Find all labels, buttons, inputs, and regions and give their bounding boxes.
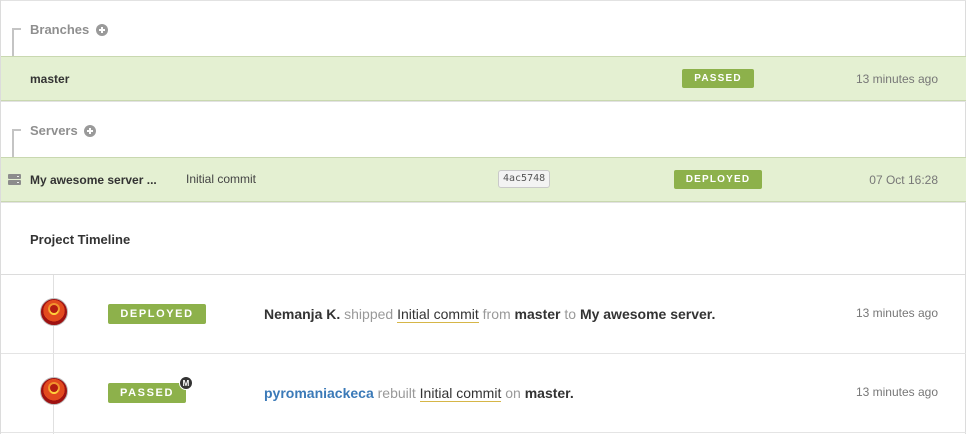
- deploy-status-badge: DEPLOYED: [674, 170, 762, 189]
- event-time: 13 minutes ago: [855, 306, 938, 320]
- event-prep-from: from: [482, 306, 511, 322]
- event-actor[interactable]: Nemanja K.: [264, 306, 340, 322]
- event-end: .: [569, 385, 574, 401]
- server-tree-top: [12, 129, 21, 131]
- event-actor-link[interactable]: pyromaniackeca: [264, 385, 374, 401]
- servers-title: Servers: [30, 123, 78, 138]
- timeline-event: PASSED M pyromaniackeca rebuilt Initial …: [1, 354, 966, 433]
- event-time: 13 minutes ago: [855, 385, 938, 399]
- event-branch[interactable]: master: [515, 306, 561, 322]
- server-time: 07 Oct 16:28: [869, 173, 938, 187]
- event-verb: shipped: [344, 306, 394, 322]
- avatar-icon[interactable]: [40, 377, 68, 405]
- event-target-server[interactable]: My awesome server: [580, 306, 712, 322]
- timeline-title: Project Timeline: [30, 232, 131, 247]
- event-status-badge: DEPLOYED: [108, 304, 206, 324]
- status-badge: PASSED: [682, 69, 754, 88]
- commit-sha[interactable]: 4ac5748: [498, 170, 551, 188]
- event-commit-link[interactable]: Initial commit: [419, 385, 502, 402]
- server-name[interactable]: My awesome server ...: [30, 173, 157, 187]
- event-prep-to: to: [564, 306, 577, 322]
- event-description: pyromaniackeca rebuilt Initial commit on…: [264, 385, 574, 402]
- event-end: .: [711, 306, 716, 322]
- add-server-icon[interactable]: [84, 125, 96, 137]
- timeline-header: Project Timeline: [1, 202, 966, 275]
- event-branch[interactable]: master: [525, 385, 570, 401]
- branches-title: Branches: [30, 22, 90, 37]
- avatar-icon[interactable]: [40, 298, 68, 326]
- branch-time: 13 minutes ago: [855, 72, 938, 86]
- add-branch-icon[interactable]: [96, 24, 108, 36]
- branch-row[interactable]: master PASSED 13 minutes ago: [1, 56, 966, 101]
- manual-marker-icon: M: [179, 376, 193, 390]
- event-verb: rebuilt: [377, 385, 416, 401]
- event-description: Nemanja K. shipped Initial commit from m…: [264, 306, 716, 323]
- timeline-event: DEPLOYED Nemanja K. shipped Initial comm…: [1, 275, 966, 354]
- branch-name[interactable]: master: [30, 72, 69, 86]
- server-icon: [8, 174, 21, 185]
- servers-section-header: Servers: [1, 101, 966, 157]
- server-row[interactable]: My awesome server ... Initial commit 4ac…: [1, 157, 966, 202]
- event-status-badge: PASSED: [108, 383, 186, 403]
- branches-section-header: Branches: [1, 0, 966, 56]
- branch-tree-top: [12, 28, 21, 30]
- deploy-panel: Branches master PASSED 13 minutes ago Se…: [0, 0, 966, 434]
- event-prep-on: on: [505, 385, 521, 401]
- commit-message[interactable]: Initial commit: [186, 172, 256, 186]
- event-commit-link[interactable]: Initial commit: [397, 306, 479, 323]
